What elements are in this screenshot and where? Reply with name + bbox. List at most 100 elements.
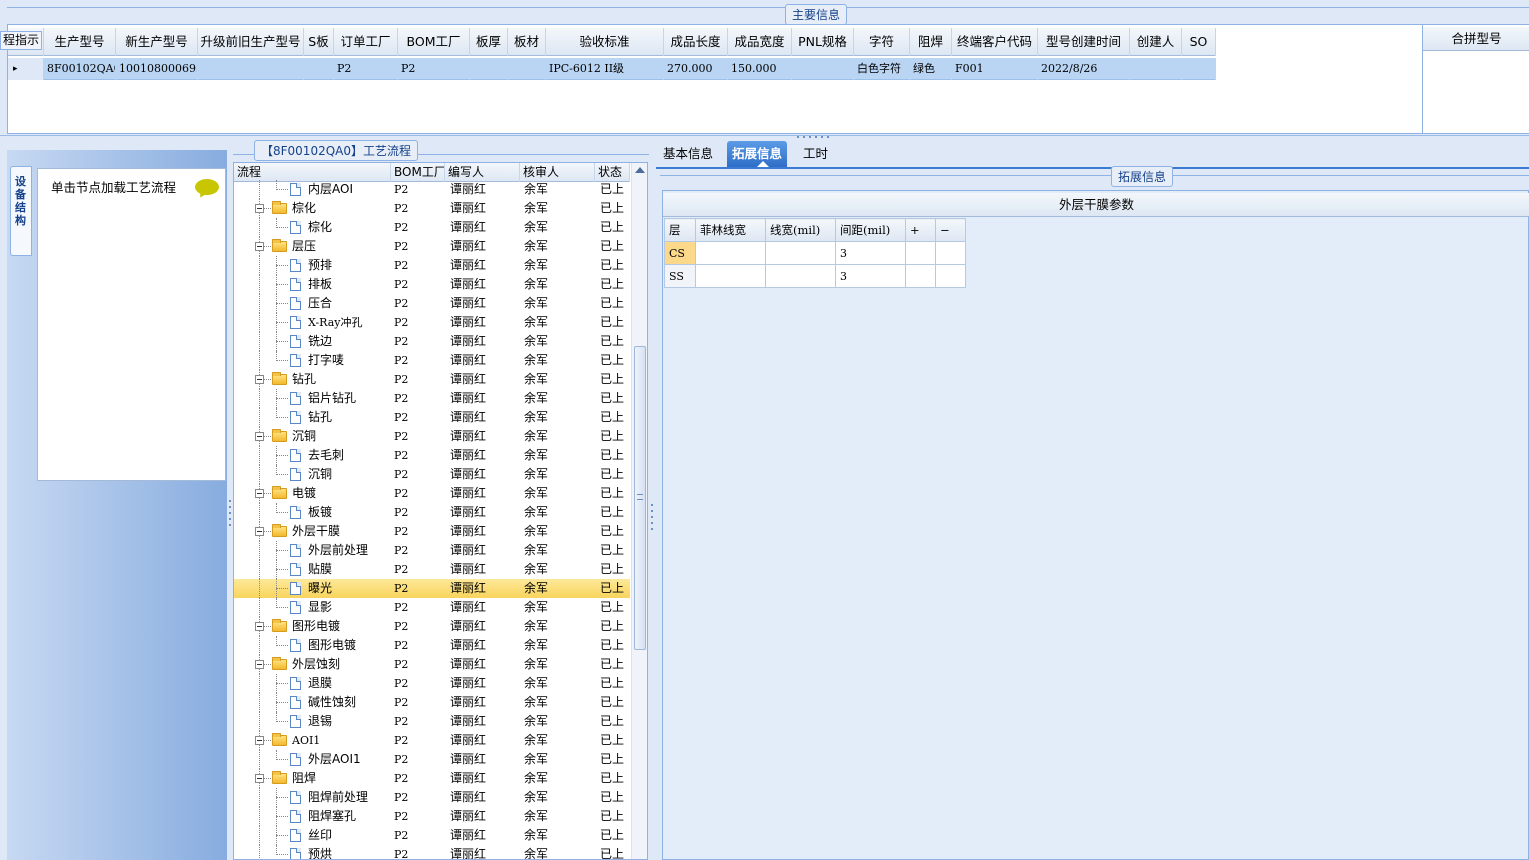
process-node[interactable]: AOI1 (234, 731, 387, 750)
process-indicator-tab[interactable]: 程指示 (0, 31, 42, 50)
process-tree-row[interactable]: 内层AOI P2 谭丽红 余军 已上 (234, 180, 630, 199)
process-tree-row[interactable]: 预排 P2 谭丽红 余军 已上 (234, 256, 630, 275)
process-tree-row[interactable]: 阻焊前处理 P2 谭丽红 余军 已上 (234, 788, 630, 807)
process-node[interactable]: 退锡 (234, 712, 387, 731)
process-node[interactable]: 外层蚀刻 (234, 655, 387, 674)
process-tree-row[interactable]: 层压 P2 谭丽红 余军 已上 (234, 237, 630, 256)
process-tree-row[interactable]: 打字唛 P2 谭丽红 余军 已上 (234, 351, 630, 370)
main-cell[interactable] (1182, 58, 1216, 80)
process-node[interactable]: 阻焊前处理 (234, 788, 387, 807)
process-node[interactable]: 丝印 (234, 826, 387, 845)
process-tree-row[interactable]: 排板 P2 谭丽红 余军 已上 (234, 275, 630, 294)
main-cell[interactable]: 2022/8/26 (1038, 58, 1130, 80)
main-cell[interactable]: 10010800069596 (116, 58, 198, 80)
process-tree-row[interactable]: 碱性蚀刻 P2 谭丽红 余军 已上 (234, 693, 630, 712)
process-tree-row[interactable]: 贴膜 P2 谭丽红 余军 已上 (234, 560, 630, 579)
main-col-header[interactable]: SO (1182, 28, 1216, 56)
main-cell[interactable]: P2 (398, 58, 470, 80)
collapse-toggle-icon[interactable] (255, 622, 264, 631)
main-col-header[interactable]: 阻焊 (910, 28, 952, 56)
process-node[interactable]: 图形电镀 (234, 617, 387, 636)
main-col-header[interactable]: PNL规格 (792, 28, 854, 56)
main-cell[interactable]: 150.000 (728, 58, 792, 80)
param-value-cell[interactable] (935, 241, 966, 265)
process-node[interactable]: 去毛刺 (234, 446, 387, 465)
param-value-cell[interactable] (765, 264, 836, 288)
process-tree-row[interactable]: 外层蚀刻 P2 谭丽红 余军 已上 (234, 655, 630, 674)
process-node[interactable]: 棕化 (234, 218, 387, 237)
process-tree-row[interactable]: 阻焊塞孔 P2 谭丽红 余军 已上 (234, 807, 630, 826)
process-tree-row[interactable]: 棕化 P2 谭丽红 余军 已上 (234, 199, 630, 218)
process-node[interactable]: 预烘 (234, 845, 387, 859)
main-cell[interactable] (508, 58, 546, 80)
process-tree-row[interactable]: 外层干膜 P2 谭丽红 余军 已上 (234, 522, 630, 541)
main-col-header[interactable]: 升级前旧生产型号 (198, 28, 304, 56)
param-value-cell[interactable] (935, 264, 966, 288)
process-node[interactable]: 外层前处理 (234, 541, 387, 560)
collapse-toggle-icon[interactable] (255, 660, 264, 669)
collapse-toggle-icon[interactable] (255, 204, 264, 213)
param-row[interactable]: CS 3 (664, 241, 966, 265)
main-cell[interactable] (304, 58, 334, 80)
process-node[interactable]: 曝光 (234, 579, 387, 598)
process-node[interactable]: 预排 (234, 256, 387, 275)
equipment-structure-tab[interactable]: 设备结构 (10, 166, 32, 256)
process-tree-row[interactable]: 阻焊 P2 谭丽红 余军 已上 (234, 769, 630, 788)
process-node[interactable]: 沉铜 (234, 427, 387, 446)
main-col-header[interactable]: 终端客户代码 (952, 28, 1038, 56)
main-col-header[interactable]: 成品宽度 (728, 28, 792, 56)
process-tree-row[interactable]: 钻孔 P2 谭丽红 余军 已上 (234, 408, 630, 427)
process-node[interactable]: 钻孔 (234, 408, 387, 427)
process-node[interactable]: 退膜 (234, 674, 387, 693)
process-tree-row[interactable]: 丝印 P2 谭丽红 余军 已上 (234, 826, 630, 845)
process-node[interactable]: 铣边 (234, 332, 387, 351)
collapse-toggle-icon[interactable] (255, 489, 264, 498)
process-node[interactable]: 图形电镀 (234, 636, 387, 655)
main-cell[interactable]: 270.000 (664, 58, 728, 80)
param-value-cell[interactable] (695, 241, 766, 265)
process-scrollbar[interactable] (631, 163, 647, 859)
param-value-cell[interactable] (905, 264, 936, 288)
param-value-cell[interactable]: 3 (835, 241, 906, 265)
process-tree-row[interactable]: 钻孔 P2 谭丽红 余军 已上 (234, 370, 630, 389)
remove-column-button[interactable]: − (935, 218, 966, 242)
param-value-cell[interactable] (905, 241, 936, 265)
collapse-toggle-icon[interactable] (255, 242, 264, 251)
process-node[interactable]: 贴膜 (234, 560, 387, 579)
add-column-button[interactable]: + (905, 218, 936, 242)
process-tree-row[interactable]: 退锡 P2 谭丽红 余军 已上 (234, 712, 630, 731)
process-node[interactable]: 显影 (234, 598, 387, 617)
process-tree-row[interactable]: 图形电镀 P2 谭丽红 余军 已上 (234, 617, 630, 636)
process-tree-row[interactable]: 铣边 P2 谭丽红 余军 已上 (234, 332, 630, 351)
process-node[interactable]: 碱性蚀刻 (234, 693, 387, 712)
process-node[interactable]: 层压 (234, 237, 387, 256)
process-tree-row[interactable]: 去毛刺 P2 谭丽红 余军 已上 (234, 446, 630, 465)
main-col-header[interactable]: 新生产型号 (116, 28, 198, 56)
main-cell[interactable]: P2 (334, 58, 398, 80)
main-cell[interactable]: 白色字符 (854, 58, 910, 80)
process-node[interactable]: 排板 (234, 275, 387, 294)
collapse-toggle-icon[interactable] (255, 736, 264, 745)
process-node[interactable]: 外层AOI1 (234, 750, 387, 769)
process-tree-row[interactable]: 沉铜 P2 谭丽红 余军 已上 (234, 427, 630, 446)
param-value-cell[interactable]: 3 (835, 264, 906, 288)
main-cell[interactable] (198, 58, 304, 80)
collapse-toggle-icon[interactable] (255, 527, 264, 536)
process-node[interactable]: 电镀 (234, 484, 387, 503)
process-tree-row[interactable]: X-Ray冲孔 P2 谭丽红 余军 已上 (234, 313, 630, 332)
process-node[interactable]: 阻焊 (234, 769, 387, 788)
process-node[interactable]: 外层干膜 (234, 522, 387, 541)
process-node[interactable]: 打字唛 (234, 351, 387, 370)
main-cell[interactable] (1130, 58, 1182, 80)
main-cell[interactable]: 绿色 (910, 58, 952, 80)
main-cell[interactable] (470, 58, 508, 80)
main-col-header[interactable]: 字符 (854, 28, 910, 56)
process-tree-row[interactable]: 外层AOI1 P2 谭丽红 余军 已上 (234, 750, 630, 769)
main-col-header[interactable]: 型号创建时间 (1038, 28, 1130, 56)
process-tree-row[interactable]: 电镀 P2 谭丽红 余军 已上 (234, 484, 630, 503)
main-col-header[interactable]: 板材 (508, 28, 546, 56)
process-node[interactable]: 棕化 (234, 199, 387, 218)
main-col-header[interactable]: S板 (304, 28, 334, 56)
main-col-header[interactable]: 订单工厂 (334, 28, 398, 56)
main-col-header[interactable]: BOM工厂 (398, 28, 470, 56)
